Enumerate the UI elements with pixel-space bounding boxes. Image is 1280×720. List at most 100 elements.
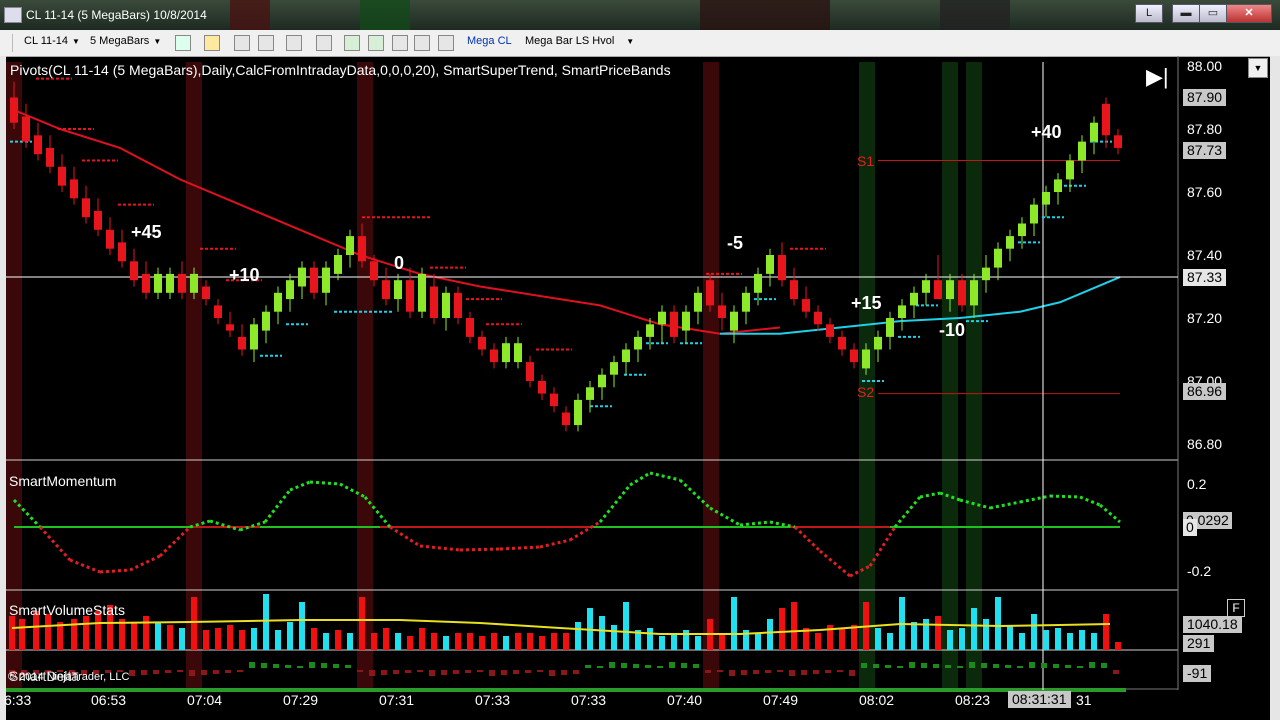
delta-bar (297, 666, 303, 668)
crosshair-icon[interactable] (286, 35, 302, 51)
candle-down (802, 299, 810, 312)
volume-bar (167, 625, 173, 650)
drawing-tool-icon[interactable] (204, 35, 220, 51)
maximize-button[interactable]: ▭ (1199, 4, 1227, 23)
candle-up (598, 374, 606, 388)
volume-bar (1067, 633, 1073, 650)
candle-up (694, 292, 702, 312)
momentum-segment (1099, 503, 1121, 524)
indicators-icon[interactable] (344, 35, 360, 51)
candle-up (1066, 160, 1074, 180)
toolbar-grip (12, 34, 13, 52)
delta-bar (1089, 662, 1095, 668)
play-icon[interactable]: ▶| (1146, 64, 1169, 90)
delta-bar (465, 670, 471, 673)
candle-up (886, 318, 894, 337)
properties-icon[interactable] (438, 35, 454, 51)
price-axis-tick: 87.80 (1187, 121, 1223, 137)
close-button[interactable]: ✕ (1226, 4, 1272, 23)
titlebar-backdrop (700, 0, 830, 30)
delta-bar (369, 670, 375, 676)
candle-up (154, 273, 162, 293)
candle-down (718, 305, 726, 318)
chart-canvas[interactable] (6, 56, 1270, 720)
chart-trader-icon[interactable] (392, 35, 408, 51)
delta-bar (477, 670, 483, 672)
candle-down (130, 261, 138, 281)
pointer-icon[interactable] (234, 35, 250, 51)
momentum-segment (1079, 495, 1101, 507)
momentum-segment (919, 491, 941, 499)
candle-down (1114, 135, 1122, 148)
volume-bar (335, 630, 341, 650)
candle-down (106, 229, 114, 249)
momentum-segment (158, 525, 192, 558)
volume-bar (9, 616, 15, 650)
data-box-icon[interactable] (414, 35, 430, 51)
time-axis-label: 08:23 (955, 692, 991, 708)
momentum-segment (69, 558, 101, 574)
delta-bar (573, 670, 579, 674)
momentum-zero-tag: 0 (1183, 519, 1197, 536)
candle-up (862, 349, 870, 369)
zoom-icon[interactable] (316, 35, 332, 51)
chart-menu-button[interactable]: ▼ (1248, 58, 1268, 78)
delta-bar (981, 663, 987, 668)
volume-bar (503, 636, 509, 650)
candle-down (214, 305, 222, 318)
candle-up (1030, 204, 1038, 224)
price-axis-tick: 87.20 (1187, 310, 1223, 326)
volume-bar (647, 628, 653, 650)
momentum-segment (38, 525, 72, 562)
delta-bar (1017, 666, 1023, 668)
candle-up (1090, 122, 1098, 142)
delta-bar (381, 670, 387, 675)
delta-bar (681, 663, 687, 668)
momentum-segment (263, 489, 292, 523)
candle-up (1054, 179, 1062, 192)
right-scrollbar[interactable] (1270, 56, 1280, 720)
delta-bar (165, 670, 171, 673)
bar-type-icon[interactable] (175, 35, 191, 51)
delta-bar (1101, 663, 1107, 668)
candle-up (418, 273, 426, 312)
candle-up (262, 311, 270, 331)
instrument-selector[interactable]: CL 11-14 ▼ (24, 35, 80, 47)
delta-bar (957, 666, 963, 668)
delta-bar (609, 662, 615, 668)
delta-bar (501, 670, 507, 675)
template-selector[interactable]: Mega CL (467, 35, 512, 47)
volume-bar (383, 628, 389, 650)
pan-icon[interactable] (258, 35, 274, 51)
candle-up (1042, 192, 1050, 205)
candle-up (622, 349, 630, 363)
volume-filter-button[interactable]: F (1227, 599, 1245, 617)
minimize-button[interactable]: ▬ (1172, 4, 1200, 23)
strategies-icon[interactable] (368, 35, 384, 51)
candle-down (850, 349, 858, 363)
volume-bar (731, 597, 737, 650)
volume-bar (671, 633, 677, 650)
candle-up (898, 305, 906, 318)
candle-up (994, 248, 1002, 268)
volume-bar (719, 633, 725, 650)
volume-bar (131, 622, 137, 650)
delta-bar (321, 663, 327, 668)
delta-bar (777, 670, 783, 672)
delta-bar (201, 670, 207, 675)
interval-selector[interactable]: 5 MegaBars ▼ (90, 35, 161, 47)
price-tag-cursor: 87.33 (1183, 269, 1227, 286)
candle-down (790, 280, 798, 300)
delta-bar (861, 663, 867, 668)
workspace-selector[interactable]: Mega Bar LS Hvol ▼ (525, 35, 634, 47)
candle-up (910, 292, 918, 306)
volume-bar (515, 633, 521, 650)
link-button[interactable]: L (1135, 4, 1163, 23)
cursor-time-tag: 08:31:31 (1008, 691, 1071, 708)
volume-bar (419, 628, 425, 650)
momentum-segment (419, 544, 461, 552)
volume-bar (1019, 633, 1025, 650)
volume-bar (45, 614, 51, 650)
volume-bar (1007, 625, 1013, 650)
candle-up (190, 273, 198, 293)
